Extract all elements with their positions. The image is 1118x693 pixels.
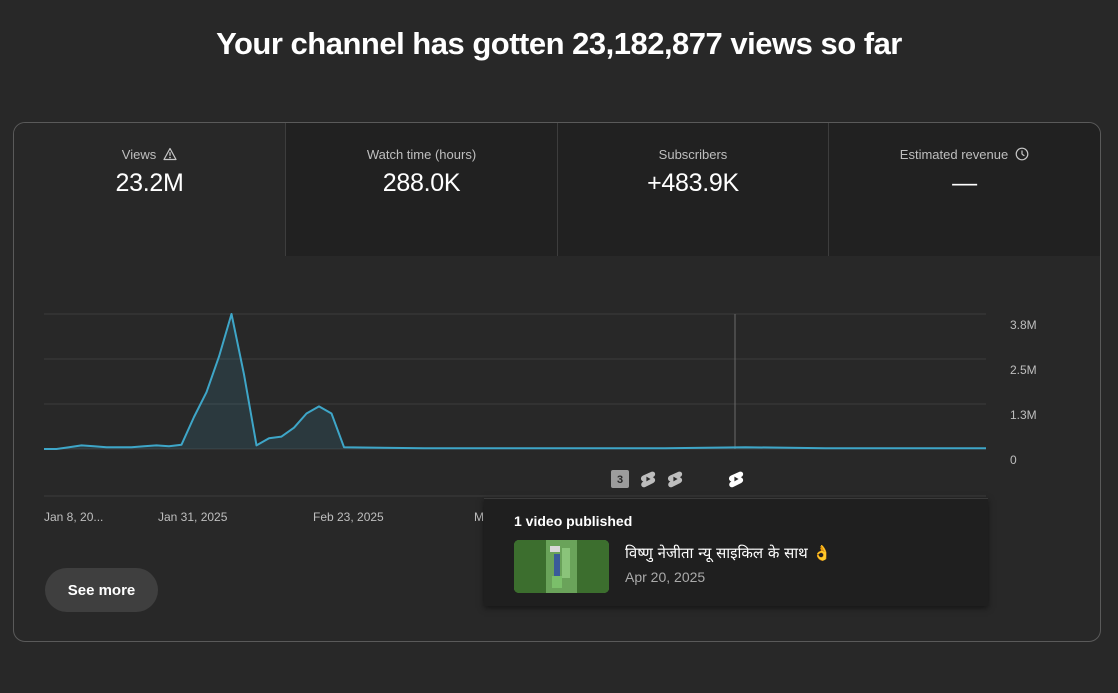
shorts-marker[interactable] [639,470,657,488]
thumbnail-image [514,540,609,593]
views-series-line [44,313,986,450]
shorts-icon [667,471,683,488]
warning-icon [163,147,177,161]
see-more-button[interactable]: See more [45,568,158,612]
published-count-marker[interactable]: 3 [611,470,629,488]
tab-subscribers[interactable]: Subscribers +483.9K [558,123,829,256]
shorts-marker[interactable] [666,470,684,488]
page-headline: Your channel has gotten 23,182,877 views… [216,26,902,61]
clock-icon [1015,147,1029,161]
tab-revenue-value: — [952,168,977,197]
x-tick-label: M [474,510,484,524]
views-area [44,314,986,449]
count-badge-icon: 3 [611,470,629,488]
video-publish-date: Apr 20, 2025 [625,569,706,585]
x-tick-label: Jan 8, 20... [44,510,104,524]
shorts-icon [728,471,744,488]
tab-revenue-label: Estimated revenue [899,146,1009,162]
tab-subscribers-value: +483.9K [647,168,739,197]
shorts-icon [640,471,656,488]
y-tick-label: 1.3M [1010,408,1037,422]
svg-text:3: 3 [617,474,623,486]
tab-watch-time[interactable]: Watch time (hours) 288.0K [286,123,558,256]
shorts-marker-selected[interactable] [727,470,745,488]
y-tick-label: 2.5M [1010,363,1037,377]
video-title-link[interactable]: विष्णु नेजीता न्यू साइकिल के साथ 👌 [625,543,831,563]
tab-views-value: 23.2M [115,168,184,197]
tab-watch-time-label: Watch time (hours) [366,146,477,162]
analytics-card: Views 23.2M Watch time (hours) 288.0K Su… [13,122,1101,642]
y-tick-label: 3.8M [1010,318,1037,332]
x-tick-label: Feb 23, 2025 [313,510,384,524]
tab-views-label: Views [121,146,157,162]
x-tick-label: Jan 31, 2025 [158,510,228,524]
y-tick-label: 0 [1010,453,1017,467]
popup-title: 1 video published [514,513,633,529]
tab-watch-time-value: 288.0K [382,168,461,197]
video-thumbnail[interactable] [514,540,609,593]
tab-subscribers-label: Subscribers [658,146,728,162]
metric-tabs: Views 23.2M Watch time (hours) 288.0K Su… [14,123,1100,256]
tab-estimated-revenue[interactable]: Estimated revenue — [829,123,1100,256]
published-video-popup: 1 video published विष्णु नेजीता न्यू साइ… [484,498,988,606]
tab-views[interactable]: Views 23.2M [14,123,286,256]
